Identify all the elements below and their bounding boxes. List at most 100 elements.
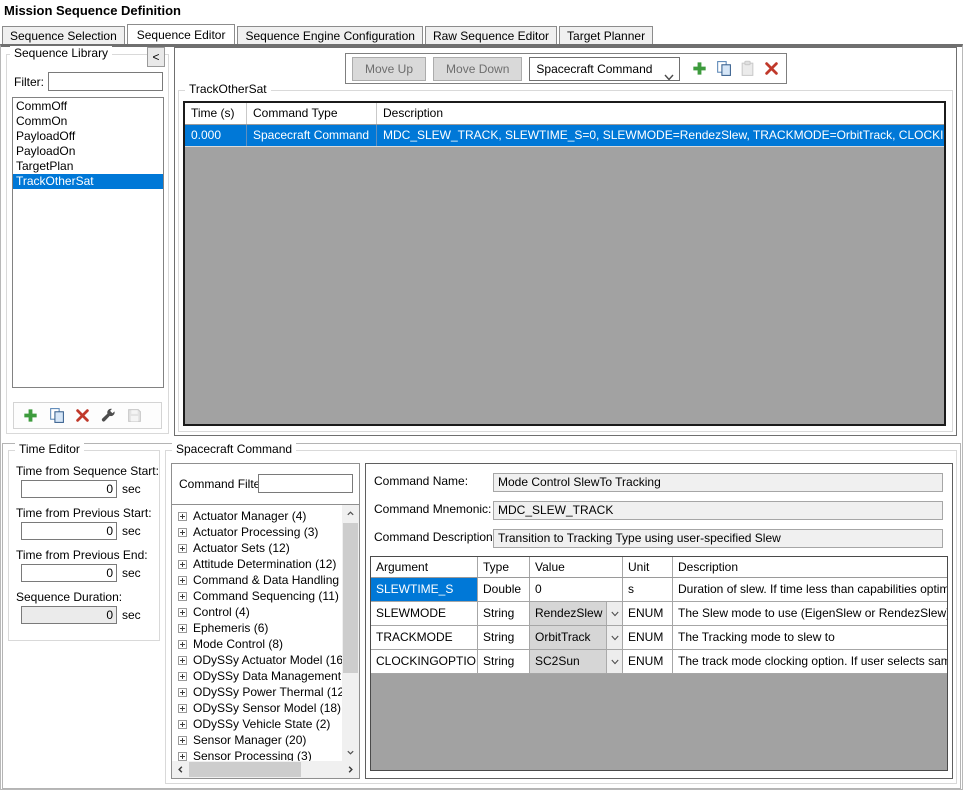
column-header-command-type[interactable]: Command Type <box>247 103 377 124</box>
sequence-library-group: Sequence Library < Filter: CommOffCommOn… <box>6 54 169 434</box>
list-item-trackothersat[interactable]: TrackOtherSat <box>13 174 163 189</box>
tree-node-command-data-handling-34[interactable]: Command & Data Handling (34) <box>178 572 359 588</box>
argument-row-clockingoption: CLOCKINGOPTIONStringSC2SunENUMThe track … <box>371 650 947 674</box>
toolbar-icon-group <box>691 60 780 77</box>
column-header-type[interactable]: Type <box>478 557 530 577</box>
expand-plus-icon[interactable] <box>178 688 187 697</box>
cell-value[interactable]: OrbitTrack <box>530 626 623 649</box>
cell-value[interactable]: SC2Sun <box>530 650 623 673</box>
tree-vertical-scrollbar[interactable] <box>342 505 359 761</box>
scroll-up-icon[interactable] <box>342 505 359 522</box>
tree-node-mode-control-8[interactable]: Mode Control (8) <box>178 636 359 652</box>
expand-plus-icon[interactable] <box>178 704 187 713</box>
scroll-right-icon[interactable] <box>342 761 359 778</box>
tree-node-sensor-manager-20[interactable]: Sensor Manager (20) <box>178 732 359 748</box>
column-header-value[interactable]: Value <box>530 557 623 577</box>
sequence-table-header: Time (s)Command TypeDescription <box>185 103 944 125</box>
expand-plus-icon[interactable] <box>178 512 187 521</box>
scroll-left-icon[interactable] <box>172 761 189 778</box>
wrench-icon[interactable] <box>100 407 117 424</box>
tree-node-odyssy-power-thermal-12[interactable]: ODySSy Power Thermal (12) <box>178 684 359 700</box>
sequence-editor-panel: Move Up Move Down Spacecraft Command Tra… <box>174 47 957 436</box>
expand-plus-icon[interactable] <box>178 672 187 681</box>
value-dropdown[interactable]: OrbitTrack <box>530 626 622 649</box>
library-filter-input[interactable] <box>48 72 163 91</box>
list-item-payloadoff[interactable]: PayloadOff <box>13 129 163 144</box>
add-icon[interactable] <box>691 60 708 77</box>
tab-raw-sequence-editor[interactable]: Raw Sequence Editor <box>425 26 557 45</box>
copy-icon[interactable] <box>715 60 732 77</box>
spacecraft-command-group: Spacecraft Command Command Filter: Actua… <box>165 450 957 784</box>
tree-node-attitude-determination-12[interactable]: Attitude Determination (12) <box>178 556 359 572</box>
list-item-commoff[interactable]: CommOff <box>13 99 163 114</box>
tree-node-odyssy-vehicle-state-2[interactable]: ODySSy Vehicle State (2) <box>178 716 359 732</box>
time-input-time-from-sequence-start[interactable] <box>21 480 117 498</box>
expand-plus-icon[interactable] <box>178 528 187 537</box>
scroll-down-icon[interactable] <box>342 744 359 761</box>
save-icon <box>126 407 143 424</box>
tree-node-command-sequencing-11[interactable]: Command Sequencing (11) <box>178 588 359 604</box>
tree-node-ephemeris-6[interactable]: Ephemeris (6) <box>178 620 359 636</box>
add-icon[interactable] <box>22 407 39 424</box>
tree-node-control-4[interactable]: Control (4) <box>178 604 359 620</box>
cell-unit: ENUM <box>623 602 673 625</box>
cell-argument[interactable]: TRACKMODE <box>371 626 478 649</box>
argument-table-rows: SLEWTIME_SDouble0sDuration of slew. If t… <box>371 578 947 674</box>
tree-node-odyssy-actuator-model-16[interactable]: ODySSy Actuator Model (16) <box>178 652 359 668</box>
expand-plus-icon[interactable] <box>178 608 187 617</box>
time-input-time-from-previous-start[interactable] <box>21 522 117 540</box>
cell-argument[interactable]: SLEWMODE <box>371 602 478 625</box>
expand-plus-icon[interactable] <box>178 624 187 633</box>
column-header-unit[interactable]: Unit <box>623 557 673 577</box>
tree-node-actuator-sets-12[interactable]: Actuator Sets (12) <box>178 540 359 556</box>
expand-plus-icon[interactable] <box>178 560 187 569</box>
expand-plus-icon[interactable] <box>178 720 187 729</box>
tab-target-planner[interactable]: Target Planner <box>559 26 653 45</box>
chevron-down-icon[interactable] <box>606 626 622 649</box>
vertical-scroll-thumb[interactable] <box>343 523 358 673</box>
list-item-payloadon[interactable]: PayloadOn <box>13 144 163 159</box>
column-header-argument[interactable]: Argument <box>371 557 478 577</box>
copy-icon[interactable] <box>48 407 65 424</box>
delete-icon[interactable] <box>763 60 780 77</box>
cell-argument[interactable]: SLEWTIME_S <box>371 578 478 601</box>
column-header-time-s[interactable]: Time (s) <box>185 103 247 124</box>
command-mnemonic-row: Command Mnemonic: MDC_SLEW_TRACK <box>374 501 943 520</box>
value-dropdown[interactable]: SC2Sun <box>530 650 622 673</box>
command-filter-input[interactable] <box>258 474 353 493</box>
expand-plus-icon[interactable] <box>178 592 187 601</box>
collapse-library-button[interactable]: < <box>147 47 165 67</box>
expand-plus-icon[interactable] <box>178 544 187 553</box>
tab-sequence-selection[interactable]: Sequence Selection <box>2 26 125 45</box>
table-row[interactable]: 0.000Spacecraft CommandMDC_SLEW_TRACK, S… <box>185 125 944 147</box>
tree-node-actuator-processing-3[interactable]: Actuator Processing (3) <box>178 524 359 540</box>
tab-sequence-engine-configuration[interactable]: Sequence Engine Configuration <box>237 26 422 45</box>
command-name-field: Mode Control SlewTo Tracking <box>493 473 943 492</box>
time-input-time-from-previous-end[interactable] <box>21 564 117 582</box>
column-header-description[interactable]: Description <box>673 557 947 577</box>
expand-plus-icon[interactable] <box>178 752 187 761</box>
tree-node-label: Command & Data Handling (34) <box>193 573 359 587</box>
chevron-down-icon[interactable] <box>606 602 622 625</box>
expand-plus-icon[interactable] <box>178 736 187 745</box>
expand-plus-icon[interactable] <box>178 576 187 585</box>
expand-plus-icon[interactable] <box>178 640 187 649</box>
cell-value[interactable]: RendezSlew <box>530 602 623 625</box>
horizontal-scroll-thumb[interactable] <box>189 762 301 777</box>
tree-node-odyssy-sensor-model-18[interactable]: ODySSy Sensor Model (18) <box>178 700 359 716</box>
chevron-down-icon[interactable] <box>606 650 622 673</box>
time-field-label-sequence-duration: Sequence Duration: <box>16 590 159 604</box>
value-dropdown[interactable]: RendezSlew <box>530 602 622 625</box>
tree-node-odyssy-data-management-7[interactable]: ODySSy Data Management (7) <box>178 668 359 684</box>
cell-argument[interactable]: CLOCKINGOPTION <box>371 650 478 673</box>
list-item-common[interactable]: CommOn <box>13 114 163 129</box>
command-type-dropdown[interactable]: Spacecraft Command <box>529 57 680 81</box>
tree-node-actuator-manager-4[interactable]: Actuator Manager (4) <box>178 508 359 524</box>
list-item-targetplan[interactable]: TargetPlan <box>13 159 163 174</box>
tree-horizontal-scrollbar[interactable] <box>172 761 359 778</box>
expand-plus-icon[interactable] <box>178 656 187 665</box>
delete-icon[interactable] <box>74 407 91 424</box>
cell-value[interactable]: 0 <box>530 578 623 601</box>
column-header-description[interactable]: Description <box>377 103 944 124</box>
tab-sequence-editor[interactable]: Sequence Editor <box>127 24 236 45</box>
